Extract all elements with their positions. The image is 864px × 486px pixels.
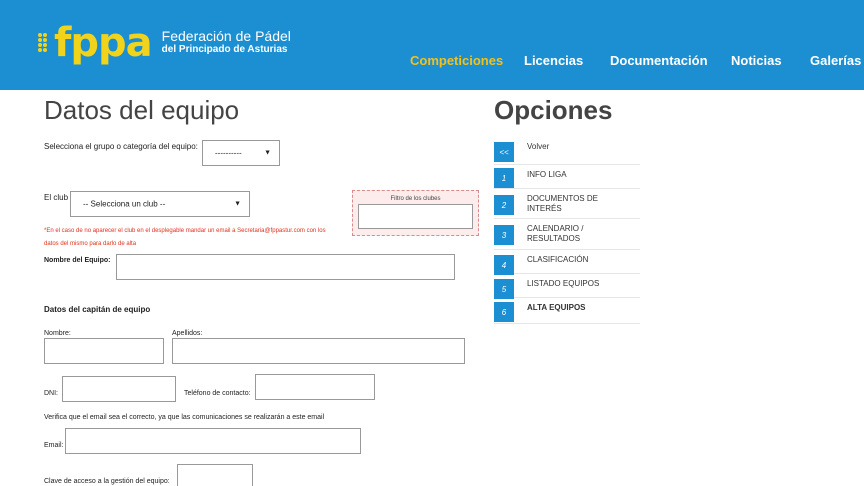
options-title: Opciones bbox=[494, 95, 613, 125]
nav-licencias[interactable]: Licencias bbox=[524, 53, 583, 68]
group-select[interactable]: ---------- ▼ bbox=[202, 140, 280, 166]
menu-item-number: 4 bbox=[494, 255, 514, 275]
menu-item-label: CLASIFICACIÓN bbox=[527, 255, 589, 264]
menu-item-number: 3 bbox=[494, 225, 514, 245]
club-filter: Filtro de los clubes bbox=[352, 190, 479, 236]
logo-dots-icon bbox=[38, 33, 52, 55]
menu-item-number: 6 bbox=[494, 302, 514, 322]
group-label: Selecciona el grupo o categoría del equi… bbox=[44, 142, 198, 151]
email-input[interactable] bbox=[65, 428, 361, 454]
menu-item-volver[interactable]: << Volver bbox=[494, 137, 640, 165]
menu-item-number: 2 bbox=[494, 195, 514, 215]
nombre-label: Nombre: bbox=[44, 330, 71, 337]
team-name-label: Nombre del Equipo: bbox=[44, 257, 111, 264]
club-filter-label: Filtro de los clubes bbox=[390, 196, 441, 202]
club-label: El club bbox=[44, 193, 69, 202]
nav-documentacion[interactable]: Documentación bbox=[610, 53, 708, 68]
team-name-input[interactable] bbox=[116, 254, 455, 280]
menu-item-number: 5 bbox=[494, 279, 514, 299]
email-label: Email: bbox=[44, 442, 64, 449]
menu-item-label: DOCUMENTOS DE INTERÉS bbox=[527, 194, 598, 213]
site-header: fppa Federación de Pádel del Principado … bbox=[0, 0, 864, 90]
nav-noticias[interactable]: Noticias bbox=[731, 53, 782, 68]
club-select-value: -- Selecciona un club -- bbox=[83, 199, 166, 209]
club-notice-line1: *En el caso de no aparecer el club en el… bbox=[44, 228, 326, 234]
apellidos-label: Apellidos: bbox=[172, 330, 203, 337]
page-title: Datos del equipo bbox=[44, 95, 240, 125]
menu-item-label: CALENDARIO / RESULTADOS bbox=[527, 224, 584, 243]
menu-item-number: 1 bbox=[494, 168, 514, 188]
menu-item-listado-equipos[interactable]: 5 LISTADO EQUIPOS bbox=[494, 274, 640, 299]
menu-item-alta-equipos[interactable]: 6 ALTA EQUIPOS bbox=[494, 298, 640, 324]
chevron-down-icon: ▼ bbox=[264, 149, 271, 157]
password-input[interactable] bbox=[177, 464, 253, 486]
telefono-label: Teléfono de contacto: bbox=[184, 390, 251, 397]
dni-label: DNI: bbox=[44, 390, 58, 397]
nav-competiciones[interactable]: Competiciones bbox=[410, 53, 503, 68]
chevron-down-icon: ▼ bbox=[234, 200, 241, 208]
club-select[interactable]: -- Selecciona un club -- ▼ bbox=[70, 191, 250, 217]
club-filter-input[interactable] bbox=[358, 204, 473, 229]
nav-galerias[interactable]: Galerías bbox=[810, 53, 861, 68]
menu-item-documentos[interactable]: 2 DOCUMENTOS DE INTERÉS bbox=[494, 189, 640, 219]
dni-input[interactable] bbox=[62, 376, 176, 402]
back-icon: << bbox=[494, 142, 514, 162]
main-nav: Competiciones Licencias Documentación No… bbox=[0, 53, 864, 69]
nombre-input[interactable] bbox=[44, 338, 164, 364]
menu-item-calendario[interactable]: 3 CALENDARIO / RESULTADOS bbox=[494, 219, 640, 250]
logo-line1: Federación de Pádel bbox=[161, 28, 291, 44]
menu-item-info-liga[interactable]: 1 INFO LIGA bbox=[494, 165, 640, 189]
menu-item-label: LISTADO EQUIPOS bbox=[527, 279, 600, 288]
telefono-input[interactable] bbox=[255, 374, 375, 400]
options-menu: << Volver 1 INFO LIGA 2 DOCUMENTOS DE IN… bbox=[494, 137, 640, 324]
apellidos-input[interactable] bbox=[172, 338, 465, 364]
password-label: Clave de acceso a la gestión del equipo: bbox=[44, 478, 170, 485]
menu-item-label: Volver bbox=[527, 142, 550, 151]
group-select-value: ---------- bbox=[215, 148, 242, 158]
menu-item-label: INFO LIGA bbox=[527, 170, 567, 179]
menu-item-label: ALTA EQUIPOS bbox=[527, 303, 586, 312]
club-notice-line2: datos del mismo para darlo de alta bbox=[44, 241, 137, 247]
email-notice: Verifica que el email sea el correcto, y… bbox=[44, 414, 325, 421]
captain-heading: Datos del capitán de equipo bbox=[44, 305, 151, 314]
menu-item-clasificacion[interactable]: 4 CLASIFICACIÓN bbox=[494, 250, 640, 275]
